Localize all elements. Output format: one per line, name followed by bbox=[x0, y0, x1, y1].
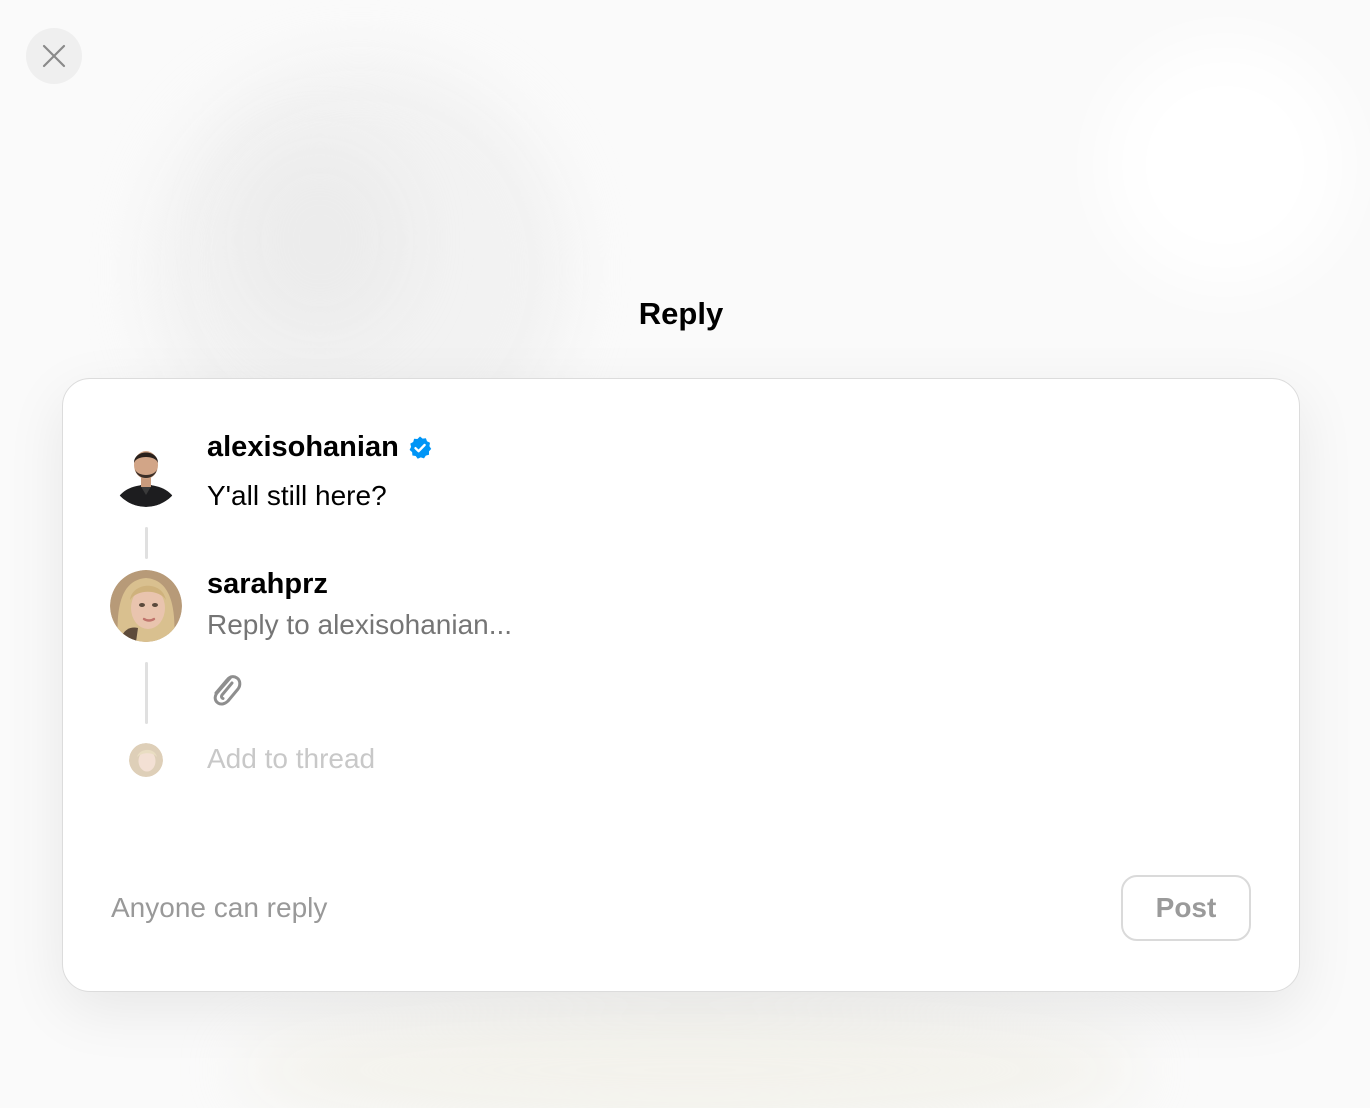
paperclip-icon bbox=[213, 675, 242, 706]
thread-connector bbox=[145, 662, 148, 724]
verified-badge-icon bbox=[407, 435, 433, 461]
modal-title: Reply bbox=[638, 296, 724, 331]
avatar[interactable] bbox=[110, 435, 182, 507]
reply-input[interactable] bbox=[207, 609, 1107, 641]
reply-modal-overlay: Reply alexisohanian Y'all still here? sa… bbox=[0, 0, 1370, 1108]
background-blur bbox=[240, 1010, 1140, 1108]
attach-media-button[interactable] bbox=[207, 669, 243, 709]
reply-audience-setting[interactable]: Anyone can reply bbox=[111, 892, 327, 924]
avatar[interactable] bbox=[110, 570, 182, 642]
reply-card: alexisohanian Y'all still here? sarahprz… bbox=[62, 378, 1300, 992]
reply-username: sarahprz bbox=[207, 568, 328, 601]
close-icon bbox=[42, 44, 66, 68]
original-post-text: Y'all still here? bbox=[207, 480, 387, 511]
post-button[interactable]: Post bbox=[1121, 875, 1251, 941]
background-blur bbox=[1100, 40, 1350, 290]
username-text: alexisohanian bbox=[207, 431, 399, 463]
close-button[interactable] bbox=[26, 28, 82, 84]
avatar bbox=[129, 743, 163, 777]
original-post-username[interactable]: alexisohanian bbox=[207, 431, 433, 464]
username-text: sarahprz bbox=[207, 568, 328, 600]
thread-connector bbox=[145, 527, 148, 559]
add-to-thread[interactable]: Add to thread bbox=[207, 743, 375, 775]
